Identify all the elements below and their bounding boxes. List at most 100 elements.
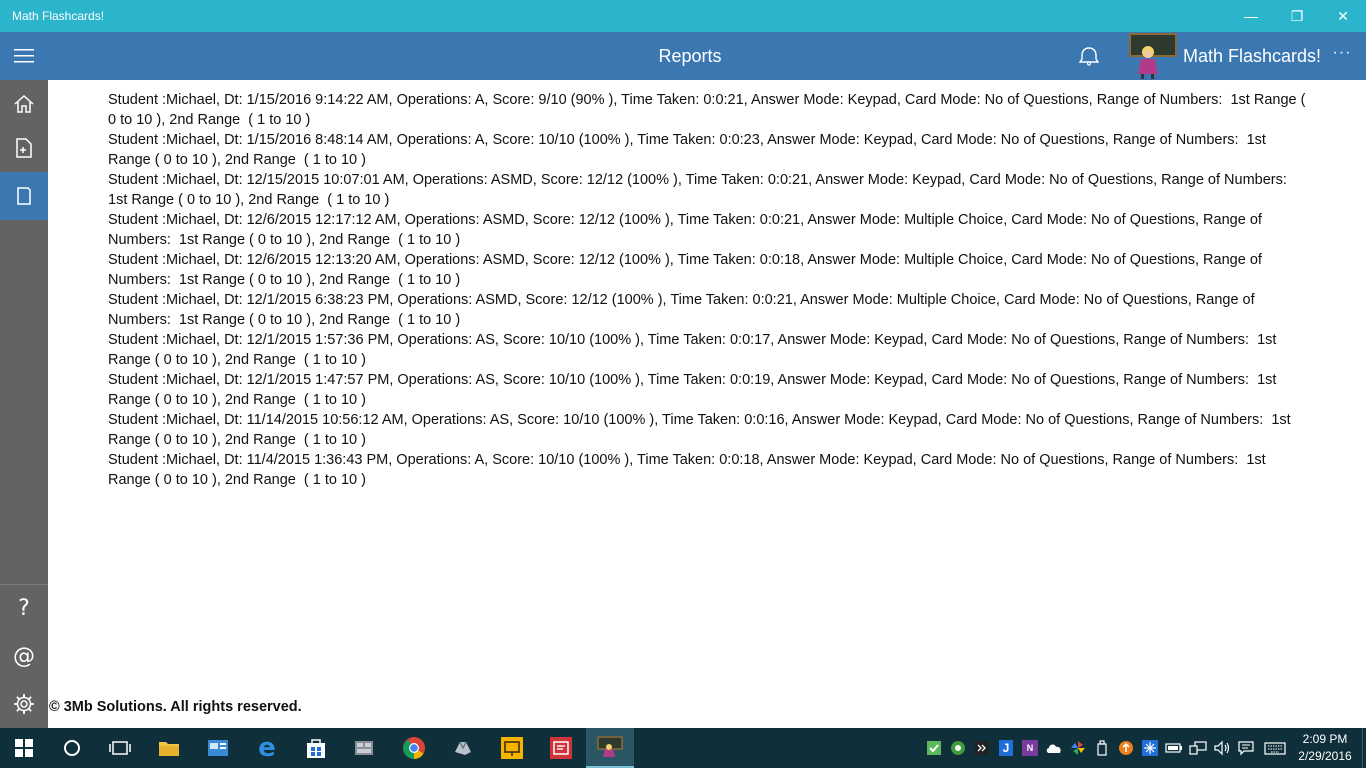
start-button[interactable] [0, 728, 48, 768]
page-icon [17, 187, 31, 205]
tray-onenote[interactable]: N [1020, 738, 1040, 758]
sidebar-item-help[interactable]: ? [0, 584, 48, 632]
taskbar-file-explorer[interactable] [145, 728, 193, 768]
tray-action-center[interactable] [1236, 738, 1256, 758]
app-logo [1128, 32, 1178, 80]
copyright-footer: © 3Mb Solutions. All rights reserved. [49, 699, 302, 715]
tray-snowflake[interactable] [1140, 738, 1160, 758]
sidebar-item-reports[interactable] [0, 172, 48, 220]
more-options-button[interactable]: ··· [1326, 44, 1358, 68]
report-entry: Student :Michael, Dt: 12/6/2015 12:13:20… [108, 252, 1266, 288]
report-entry: Student :Michael, Dt: 1/15/2016 8:48:14 … [108, 132, 1270, 168]
taskbar-math-flashcards[interactable] [586, 728, 634, 768]
minimize-icon: — [1244, 8, 1258, 24]
app-header: Reports Math Flashcards! ··· [0, 32, 1366, 80]
sidebar-item-contact[interactable]: @ [0, 632, 48, 680]
usb-icon [1097, 740, 1107, 756]
taskbar-slides[interactable] [488, 728, 536, 768]
gamepad-icon [951, 741, 965, 755]
report-list: Student :Michael, Dt: 1/15/2016 9:14:22 … [108, 90, 1308, 490]
question-icon: ? [18, 595, 30, 621]
sidebar-item-new-document[interactable] [0, 124, 48, 172]
tray-j[interactable]: J [996, 738, 1016, 758]
tray-check[interactable] [924, 738, 944, 758]
tray-volume[interactable] [1212, 738, 1232, 758]
keyboard-icon [1264, 742, 1286, 755]
at-icon: @ [13, 643, 35, 669]
tray-keyboard[interactable] [1263, 738, 1287, 758]
snowflake-icon [1142, 740, 1158, 756]
taskbar-edge[interactable]: e [243, 728, 291, 768]
math-flashcards-icon [597, 736, 623, 757]
report-entry: Student :Michael, Dt: 1/15/2016 9:14:22 … [108, 92, 1310, 128]
app-icon [455, 741, 471, 755]
taskbar-app[interactable] [439, 728, 487, 768]
app-icon [550, 737, 572, 759]
edge-icon: e [258, 733, 276, 763]
cortana-icon [64, 740, 80, 756]
pinwheel-icon [1071, 741, 1085, 755]
task-view-icon [109, 741, 131, 755]
tray-terminal[interactable] [972, 738, 992, 758]
tray-network[interactable] [1188, 738, 1208, 758]
window-title: Math Flashcards! [12, 9, 105, 23]
title-bar: Math Flashcards! — ❐ ✕ [0, 0, 1366, 32]
teacher-chalkboard-icon [1129, 33, 1177, 79]
restore-icon: ❐ [1290, 7, 1304, 24]
report-entry: Student :Michael, Dt: 12/1/2015 6:38:23 … [108, 292, 1259, 328]
task-view-button[interactable] [96, 728, 144, 768]
store-icon [307, 739, 325, 758]
tray-usb[interactable] [1092, 738, 1112, 758]
chrome-icon [403, 737, 425, 759]
slides-icon [501, 737, 523, 759]
onenote-icon: N [1022, 740, 1038, 756]
taskbar-store[interactable] [292, 728, 340, 768]
restore-button[interactable]: ❐ [1274, 0, 1320, 32]
more-icon: ··· [1332, 44, 1352, 61]
gear-icon [14, 694, 34, 714]
taskbar: e J N 2:09 PM 2/29/2016 [0, 728, 1366, 768]
clock-date: 2/29/2016 [1298, 749, 1352, 763]
report-entry: Student :Michael, Dt: 12/6/2015 12:17:12… [108, 212, 1266, 248]
tray-pinwheel[interactable] [1068, 738, 1088, 758]
taskbar-app[interactable] [537, 728, 585, 768]
terminal-icon [975, 741, 989, 755]
show-desktop-button[interactable] [1362, 728, 1366, 768]
tray-battery[interactable] [1164, 738, 1184, 758]
taskbar-app[interactable] [340, 728, 388, 768]
report-entry: Student :Michael, Dt: 12/1/2015 1:47:57 … [108, 372, 1281, 408]
sidebar-item-settings[interactable] [0, 680, 48, 728]
report-entry: Student :Michael, Dt: 11/4/2015 1:36:43 … [108, 452, 1270, 488]
feedback-icon [1078, 47, 1100, 66]
cloud-icon [1046, 744, 1061, 753]
upload-icon [1119, 741, 1133, 755]
battery-icon [1165, 743, 1182, 753]
sidebar-item-home[interactable] [0, 80, 48, 128]
control-panel-icon [208, 740, 228, 756]
close-icon: ✕ [1337, 7, 1349, 24]
tray-update[interactable] [1116, 738, 1136, 758]
report-entry: Student :Michael, Dt: 11/14/2015 10:56:1… [108, 412, 1295, 448]
message-icon [1238, 741, 1254, 756]
report-entry: Student :Michael, Dt: 12/15/2015 10:07:0… [108, 172, 1295, 208]
windows-logo-icon [15, 739, 33, 757]
app-icon [355, 741, 373, 755]
minimize-button[interactable]: — [1228, 0, 1274, 32]
tray-onedrive[interactable] [1044, 738, 1064, 758]
file-explorer-icon [159, 742, 179, 756]
j-icon: J [999, 740, 1013, 756]
taskbar-control-panel[interactable] [194, 728, 242, 768]
sidebar: ? @ [0, 80, 48, 728]
cortana-button[interactable] [48, 728, 96, 768]
feedback-button[interactable] [1074, 42, 1104, 70]
clock-time: 2:09 PM [1302, 732, 1348, 746]
taskbar-chrome[interactable] [390, 728, 438, 768]
home-icon [14, 94, 34, 113]
close-button[interactable]: ✕ [1320, 0, 1366, 32]
app-name: Math Flashcards! [1183, 46, 1322, 66]
taskbar-clock[interactable]: 2:09 PM 2/29/2016 [1292, 731, 1358, 765]
report-entry: Student :Michael, Dt: 12/1/2015 1:57:36 … [108, 332, 1281, 368]
network-icon [1189, 741, 1207, 755]
check-icon [927, 741, 941, 755]
tray-gamepad[interactable] [948, 738, 968, 758]
